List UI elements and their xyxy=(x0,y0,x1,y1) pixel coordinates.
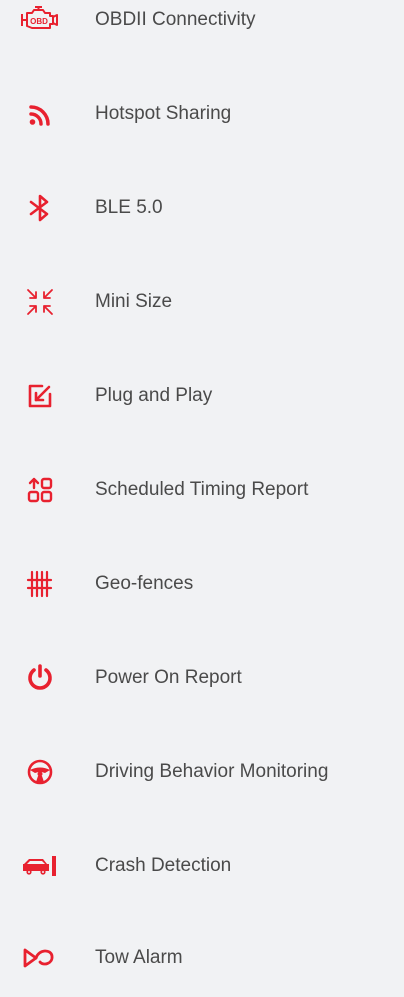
feature-label: Crash Detection xyxy=(95,855,232,876)
fence-icon xyxy=(20,564,60,604)
car-crash-icon xyxy=(20,846,60,886)
feature-plug-and-play: Plug and Play xyxy=(0,376,404,416)
feature-label: OBDII Connectivity xyxy=(95,9,256,30)
feature-label: Geo-fences xyxy=(95,573,194,594)
wifi-signal-icon xyxy=(20,94,60,134)
feature-label: Plug and Play xyxy=(95,385,213,406)
feature-mini-size: Mini Size xyxy=(0,282,404,322)
feature-label: Power On Report xyxy=(95,667,242,688)
feature-crash-detection: Crash Detection xyxy=(0,846,404,886)
feature-list: OBD OBDII Connectivity Hotspot Sharing B… xyxy=(0,0,404,997)
feature-label: Hotspot Sharing xyxy=(95,103,232,124)
tow-alarm-icon xyxy=(20,938,60,978)
feature-label: BLE 5.0 xyxy=(95,197,163,218)
feature-scheduled-timing-report: Scheduled Timing Report xyxy=(0,470,404,510)
power-icon xyxy=(20,658,60,698)
feature-power-on-report: Power On Report xyxy=(0,658,404,698)
svg-text:OBD: OBD xyxy=(30,17,48,26)
feature-obdii-connectivity: OBD OBDII Connectivity xyxy=(0,0,404,40)
compress-arrows-icon xyxy=(20,282,60,322)
feature-geo-fences: Geo-fences xyxy=(0,564,404,604)
feature-driving-behavior-monitoring: Driving Behavior Monitoring xyxy=(0,752,404,792)
feature-ble: BLE 5.0 xyxy=(0,188,404,228)
feature-label: Mini Size xyxy=(95,291,173,312)
feature-label: Driving Behavior Monitoring xyxy=(95,761,329,782)
feature-hotspot-sharing: Hotspot Sharing xyxy=(0,94,404,134)
steering-wheel-icon xyxy=(20,752,60,792)
feature-label: Scheduled Timing Report xyxy=(95,479,309,500)
feature-label: Tow Alarm xyxy=(95,947,183,968)
bluetooth-icon xyxy=(20,188,60,228)
obd-engine-icon: OBD xyxy=(20,0,60,40)
plug-in-arrow-icon xyxy=(20,376,60,416)
grid-report-icon xyxy=(20,470,60,510)
feature-tow-alarm: Tow Alarm xyxy=(0,938,404,978)
